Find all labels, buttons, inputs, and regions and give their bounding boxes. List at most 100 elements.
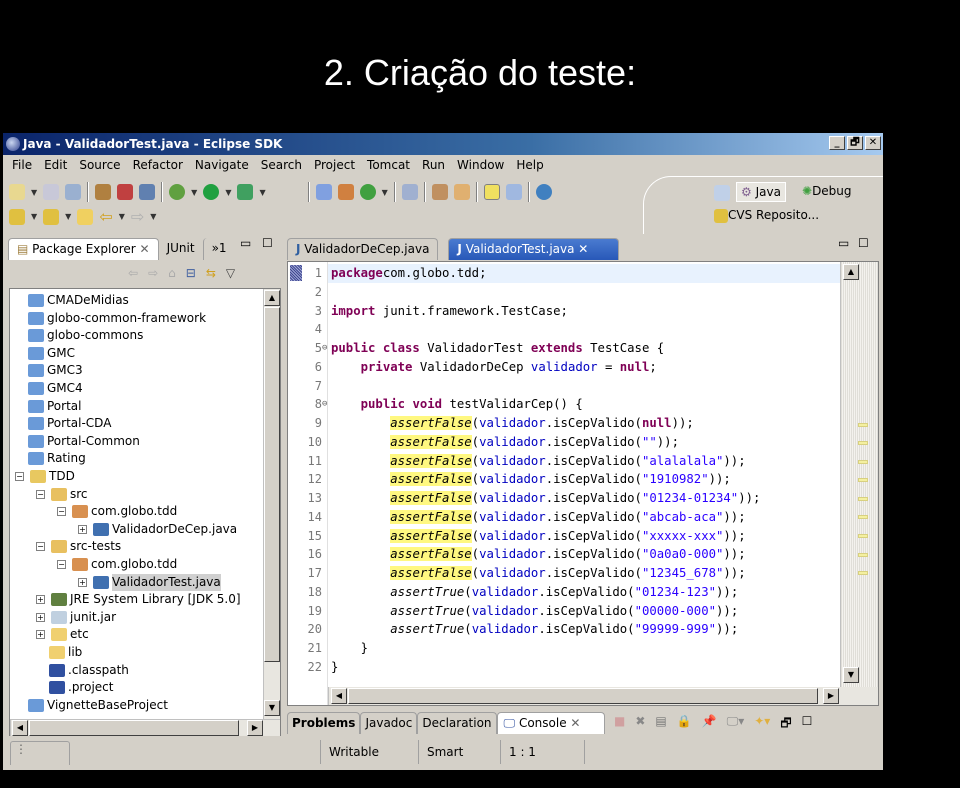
close-button[interactable]: ✕	[865, 136, 881, 150]
menu-source[interactable]: Source	[73, 155, 126, 176]
tree-item[interactable]: GMC4	[28, 380, 83, 397]
tree-item[interactable]: + ValidadorTest.java	[78, 573, 221, 591]
expand-toggle-icon[interactable]: +	[78, 577, 87, 587]
tree-item[interactable]: globo-common-framework	[28, 310, 206, 327]
menu-search[interactable]: Search	[255, 155, 308, 176]
occurrence-marker[interactable]	[858, 478, 868, 482]
tree-item[interactable]: + ValidadorDeCep.java	[78, 521, 237, 538]
menu-edit[interactable]: Edit	[38, 155, 73, 176]
maximize-editor-icon[interactable]: ☐	[858, 236, 869, 250]
back-arrow-icon[interactable]: ⇦	[99, 207, 112, 226]
tree-item[interactable]: GMC3	[28, 362, 83, 379]
previous-annotation-icon[interactable]	[43, 208, 60, 225]
menu-run[interactable]: Run	[416, 155, 451, 176]
maximize-view-icon[interactable]: ☐	[262, 236, 273, 250]
link-editor-icon[interactable]: ⇆	[206, 266, 216, 280]
collapse-all-icon[interactable]: ⊟	[186, 266, 196, 280]
perspective-java[interactable]: ⚙ Java	[736, 182, 786, 202]
tab-validadordecep[interactable]: J ValidadorDeCep.java	[287, 238, 439, 260]
restore-view-icon[interactable]: 🗗	[780, 714, 791, 735]
menu-file[interactable]: File	[6, 155, 38, 176]
expand-toggle-icon[interactable]: −	[36, 542, 45, 552]
clear-console-icon[interactable]: ▤	[655, 714, 666, 735]
tab-junit[interactable]: JUnit	[159, 238, 203, 260]
perspective-debug[interactable]: ✺Debug	[802, 184, 852, 198]
expand-toggle-icon[interactable]: +	[36, 612, 45, 622]
tree-item[interactable]: − com.globo.tdd	[57, 556, 177, 573]
tomcat-start-icon[interactable]	[95, 184, 112, 200]
tab-declaration[interactable]: Declaration	[417, 712, 497, 734]
new-package-icon[interactable]	[337, 184, 354, 200]
display-console-icon[interactable]: 🖵▾	[727, 714, 745, 735]
tree-item[interactable]: globo-commons	[28, 327, 143, 344]
scroll-right-icon[interactable]: ▶	[247, 720, 263, 736]
occurrence-marker[interactable]	[858, 571, 868, 575]
debug-icon[interactable]	[169, 184, 186, 200]
scroll-up-icon[interactable]: ▲	[843, 264, 859, 280]
tab-validadortest[interactable]: J ValidadorTest.java ✕	[448, 238, 620, 260]
tree-item[interactable]: + etc	[36, 626, 89, 643]
web-browser-icon[interactable]	[535, 184, 552, 200]
tab-overflow[interactable]: »1	[202, 238, 235, 260]
perspective-cvs[interactable]: CVS Reposito...	[714, 208, 819, 223]
menu-navigate[interactable]: Navigate	[189, 155, 255, 176]
open-console-icon[interactable]: ✦▾	[754, 714, 770, 735]
tree-item[interactable]: Portal-CDA	[28, 415, 111, 432]
close-icon[interactable]: ✕	[570, 716, 580, 730]
tree-item[interactable]: lib	[49, 644, 82, 661]
fold-icon[interactable]: ⊖	[322, 339, 327, 358]
external-tools-icon[interactable]	[237, 184, 254, 200]
fold-icon[interactable]: ⊖	[322, 395, 327, 414]
forward-arrow-icon[interactable]: ⇨	[131, 207, 144, 226]
tree-vertical-scrollbar[interactable]: ▲ ▼	[263, 289, 280, 719]
open-type-icon[interactable]	[401, 184, 418, 200]
expand-toggle-icon[interactable]: −	[57, 507, 66, 517]
scroll-thumb[interactable]	[264, 307, 280, 662]
occurrence-marker[interactable]	[858, 423, 868, 427]
hscroll-thumb[interactable]	[348, 688, 818, 704]
expand-toggle-icon[interactable]: +	[78, 524, 87, 534]
open-perspective-icon[interactable]	[714, 185, 730, 201]
tree-item[interactable]: .project	[49, 679, 113, 696]
expand-toggle-icon[interactable]: −	[57, 560, 66, 569]
view-menu-icon[interactable]: ▽	[226, 266, 235, 280]
expand-toggle-icon[interactable]: −	[15, 472, 24, 481]
tree-item[interactable]: + junit.jar	[36, 609, 116, 626]
up-icon[interactable]: ⌂	[168, 266, 176, 280]
close-icon[interactable]: ✕	[140, 242, 150, 256]
scroll-up-icon[interactable]: ▲	[264, 290, 280, 306]
tree-item[interactable]: Rating	[28, 450, 86, 467]
forward-icon[interactable]: ⇨	[148, 266, 158, 280]
expand-toggle-icon[interactable]: +	[36, 630, 45, 640]
minimize-view-icon[interactable]: ▭	[240, 236, 251, 250]
new-java-project-icon[interactable]	[315, 184, 332, 200]
minimize-editor-icon[interactable]: ▭	[838, 236, 849, 250]
save-icon[interactable]	[43, 184, 60, 200]
maximize-view-icon[interactable]: ☐	[802, 714, 813, 735]
fast-view-bar[interactable]: ⋮	[10, 741, 70, 765]
expand-toggle-icon[interactable]: +	[36, 595, 45, 605]
scroll-right-icon[interactable]: ▶	[823, 688, 839, 704]
show-source-icon[interactable]	[505, 184, 522, 200]
next-annotation-icon[interactable]	[9, 208, 25, 225]
tree-item[interactable]: + JRE System Library [JDK 5.0]	[36, 591, 241, 608]
editor-vertical-scrollbar[interactable]: ▲ ▼	[840, 262, 878, 687]
run-icon[interactable]	[203, 184, 220, 200]
tree-item[interactable]: GMC	[28, 345, 75, 362]
tree-item[interactable]: CMADeMidias	[28, 292, 129, 309]
tab-problems[interactable]: Problems	[287, 712, 361, 734]
close-icon[interactable]: ✕	[578, 242, 588, 256]
last-edit-location-icon[interactable]	[77, 208, 94, 225]
new-icon[interactable]	[9, 184, 25, 200]
tomcat-restart-icon[interactable]	[139, 184, 156, 200]
menu-refactor[interactable]: Refactor	[127, 155, 189, 176]
tree-horizontal-scrollbar[interactable]: ◀ ▶	[10, 719, 280, 736]
tree-item[interactable]: − TDD	[15, 468, 75, 485]
occurrence-marker[interactable]	[858, 553, 868, 557]
code-editor[interactable]: 1 packagecom.globo.tdd; 2 3 import junit.fra…	[287, 261, 879, 706]
tree-item[interactable]: .classpath	[49, 662, 129, 679]
scroll-left-icon[interactable]: ◀	[12, 720, 28, 736]
back-icon[interactable]: ⇦	[128, 266, 138, 280]
menu-help[interactable]: Help	[510, 155, 549, 176]
open-project-icon[interactable]	[431, 184, 448, 200]
